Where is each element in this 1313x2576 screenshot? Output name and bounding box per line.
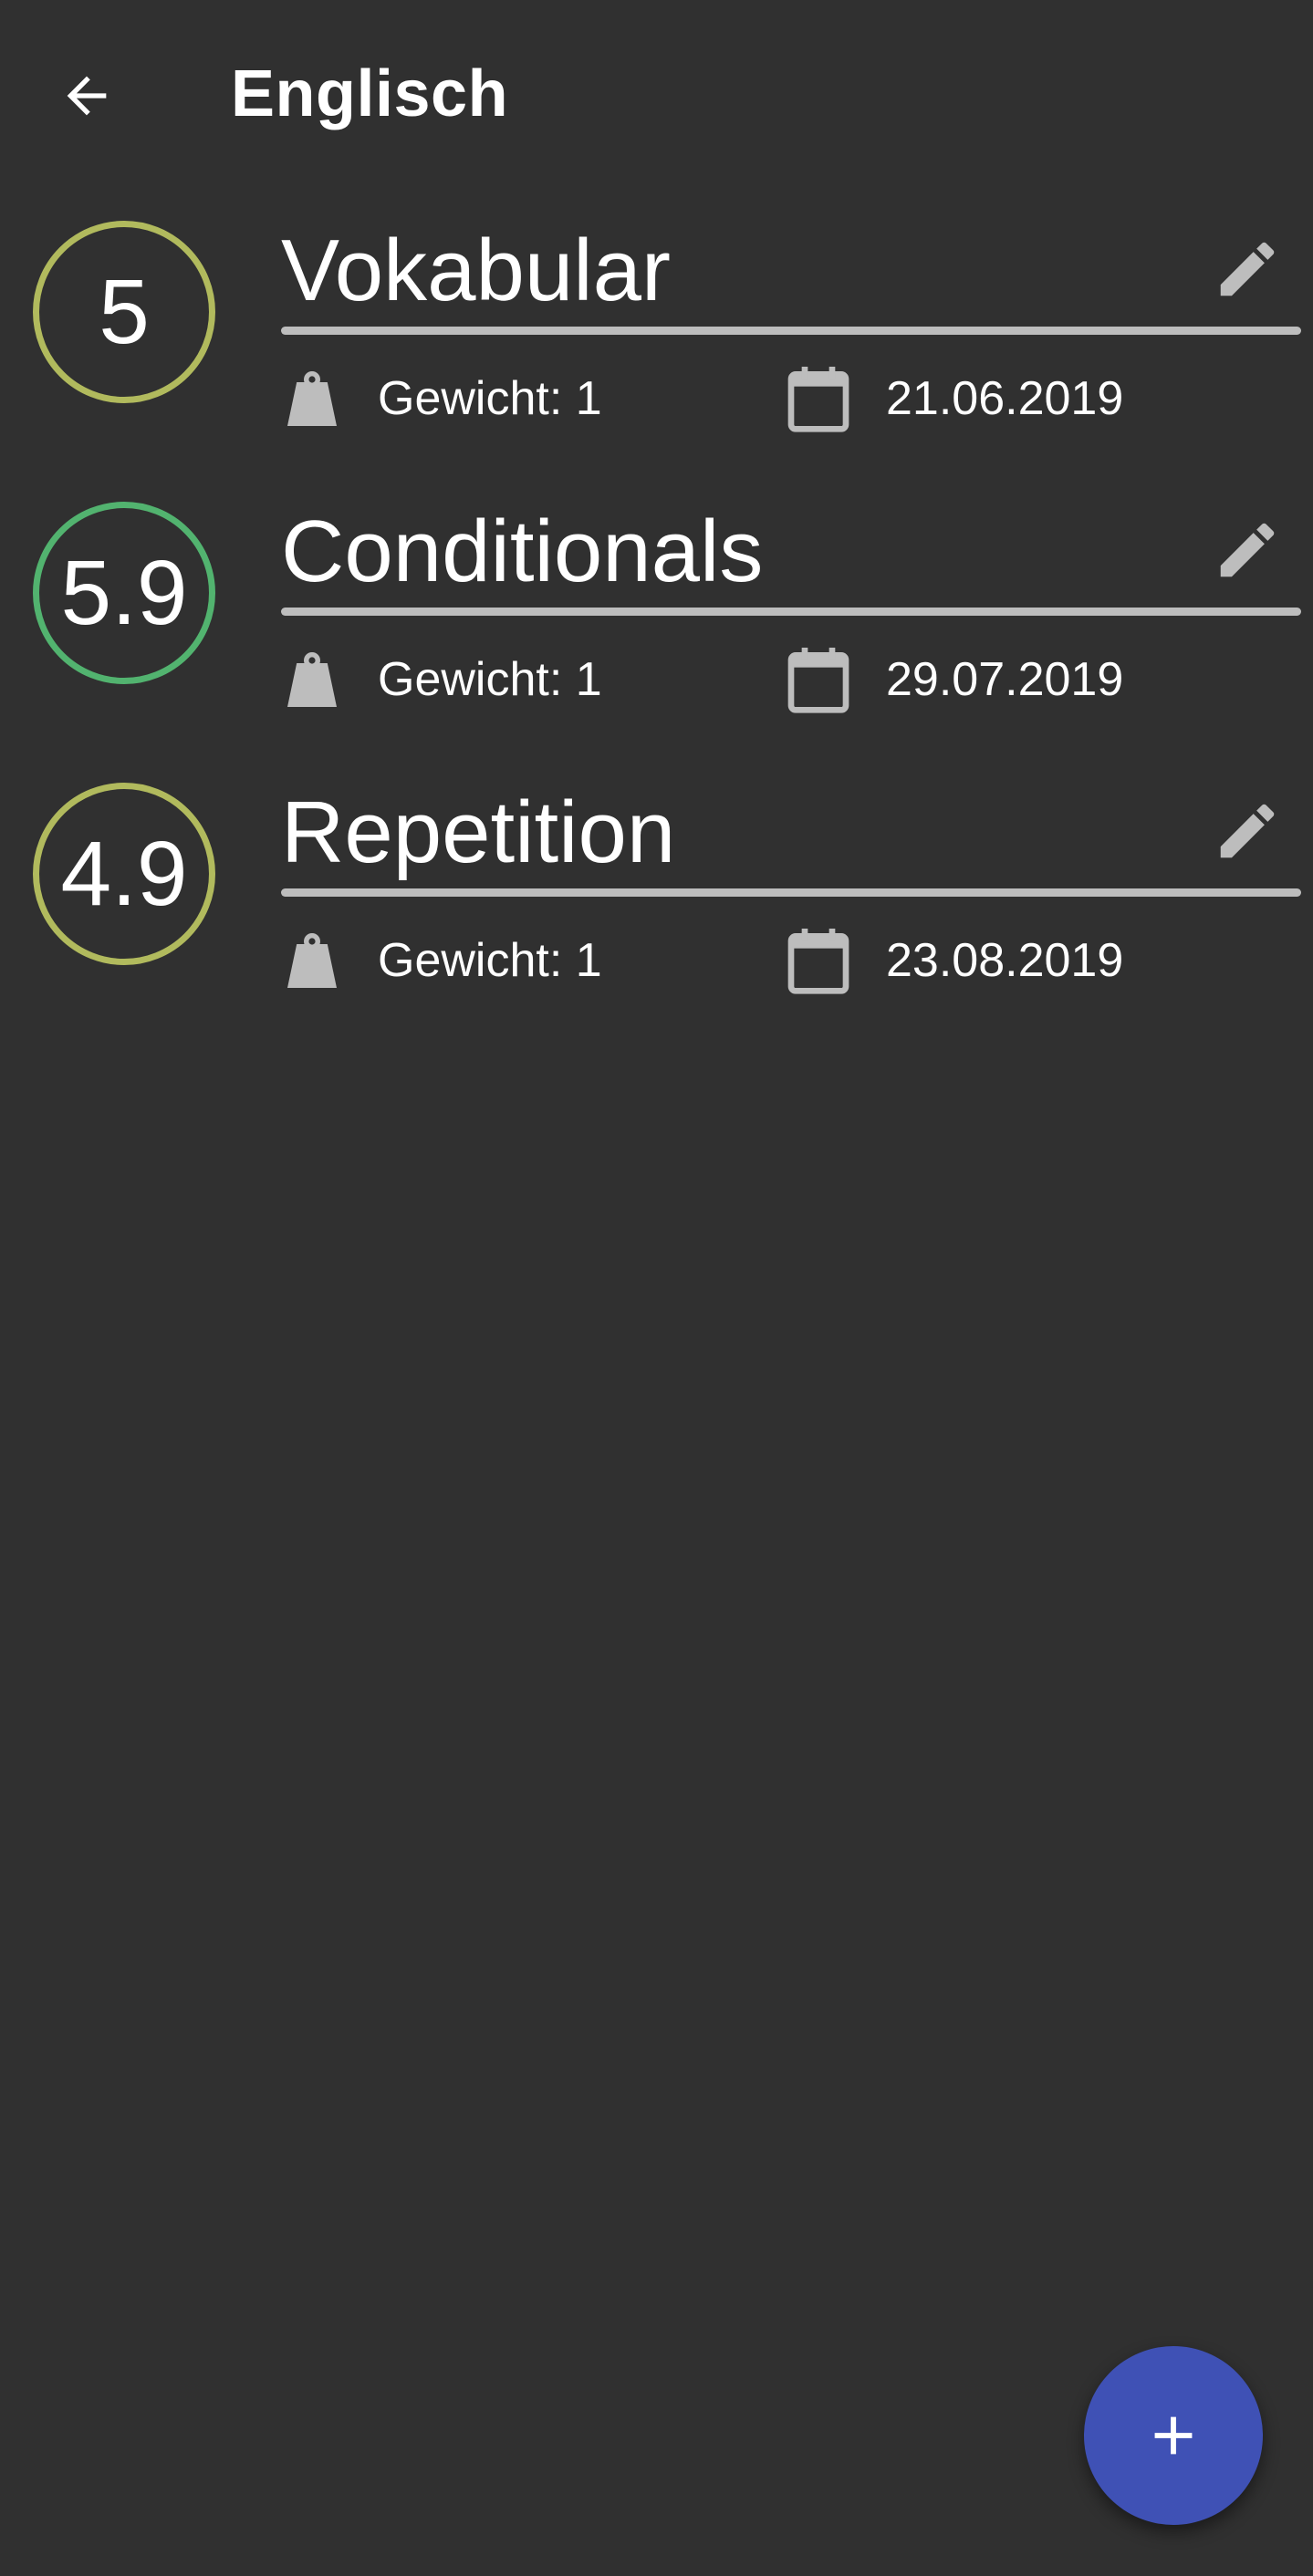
date-info: 21.06.2019 bbox=[782, 358, 1123, 440]
calendar-icon bbox=[787, 367, 849, 432]
pencil-icon bbox=[1220, 804, 1275, 858]
date-info: 23.08.2019 bbox=[782, 919, 1123, 1002]
name-underline bbox=[281, 888, 1301, 897]
exam-name-field[interactable]: Vokabular bbox=[281, 212, 1301, 339]
exam-name-field[interactable]: Conditionals bbox=[281, 493, 1301, 620]
pencil-icon bbox=[1220, 523, 1275, 577]
grade-circle: 4.9 bbox=[33, 783, 215, 965]
name-underline bbox=[281, 608, 1301, 616]
exam-row[interactable]: 4.9 Repetition Gewicht: 1 23.08.2019 bbox=[0, 774, 1313, 1047]
exam-name: Vokabular bbox=[281, 222, 671, 319]
weight-icon bbox=[287, 371, 337, 426]
date-info: 29.07.2019 bbox=[782, 639, 1123, 721]
exam-name: Repetition bbox=[281, 784, 676, 881]
exam-row[interactable]: 5 Vokabular Gewicht: 1 21.06.2019 bbox=[0, 212, 1313, 485]
exam-name-field[interactable]: Repetition bbox=[281, 774, 1301, 901]
grade-circle: 5.9 bbox=[33, 502, 215, 684]
app-screen: Englisch 5 Vokabular Gewicht: 1 21.06.20… bbox=[0, 0, 1313, 2576]
date-label: 29.07.2019 bbox=[886, 653, 1124, 706]
edit-button[interactable] bbox=[1206, 509, 1288, 591]
edit-button[interactable] bbox=[1206, 790, 1288, 872]
edit-button[interactable] bbox=[1206, 228, 1288, 310]
name-underline bbox=[281, 327, 1301, 335]
date-label: 23.08.2019 bbox=[886, 934, 1124, 987]
weight-label: Gewicht: 1 bbox=[378, 653, 602, 706]
weight-icon bbox=[287, 652, 337, 707]
weight-info: Gewicht: 1 bbox=[276, 358, 602, 440]
weight-label: Gewicht: 1 bbox=[378, 934, 602, 987]
weight-info: Gewicht: 1 bbox=[276, 639, 602, 721]
plus-icon bbox=[1154, 2416, 1193, 2455]
exam-name: Conditionals bbox=[281, 503, 764, 600]
weight-label: Gewicht: 1 bbox=[378, 372, 602, 425]
add-exam-button[interactable] bbox=[1084, 2346, 1263, 2525]
pencil-icon bbox=[1220, 242, 1275, 296]
exam-row[interactable]: 5.9 Conditionals Gewicht: 1 29.07.2019 bbox=[0, 493, 1313, 766]
date-label: 21.06.2019 bbox=[886, 372, 1124, 425]
calendar-icon bbox=[787, 648, 849, 713]
arrow-back-icon bbox=[67, 76, 107, 116]
weight-info: Gewicht: 1 bbox=[276, 919, 602, 1002]
toolbar: Englisch bbox=[0, 0, 1313, 182]
back-button[interactable] bbox=[36, 46, 137, 146]
grade-circle: 5 bbox=[33, 221, 215, 403]
page-title: Englisch bbox=[231, 57, 509, 130]
calendar-icon bbox=[787, 929, 849, 994]
weight-icon bbox=[287, 933, 337, 988]
